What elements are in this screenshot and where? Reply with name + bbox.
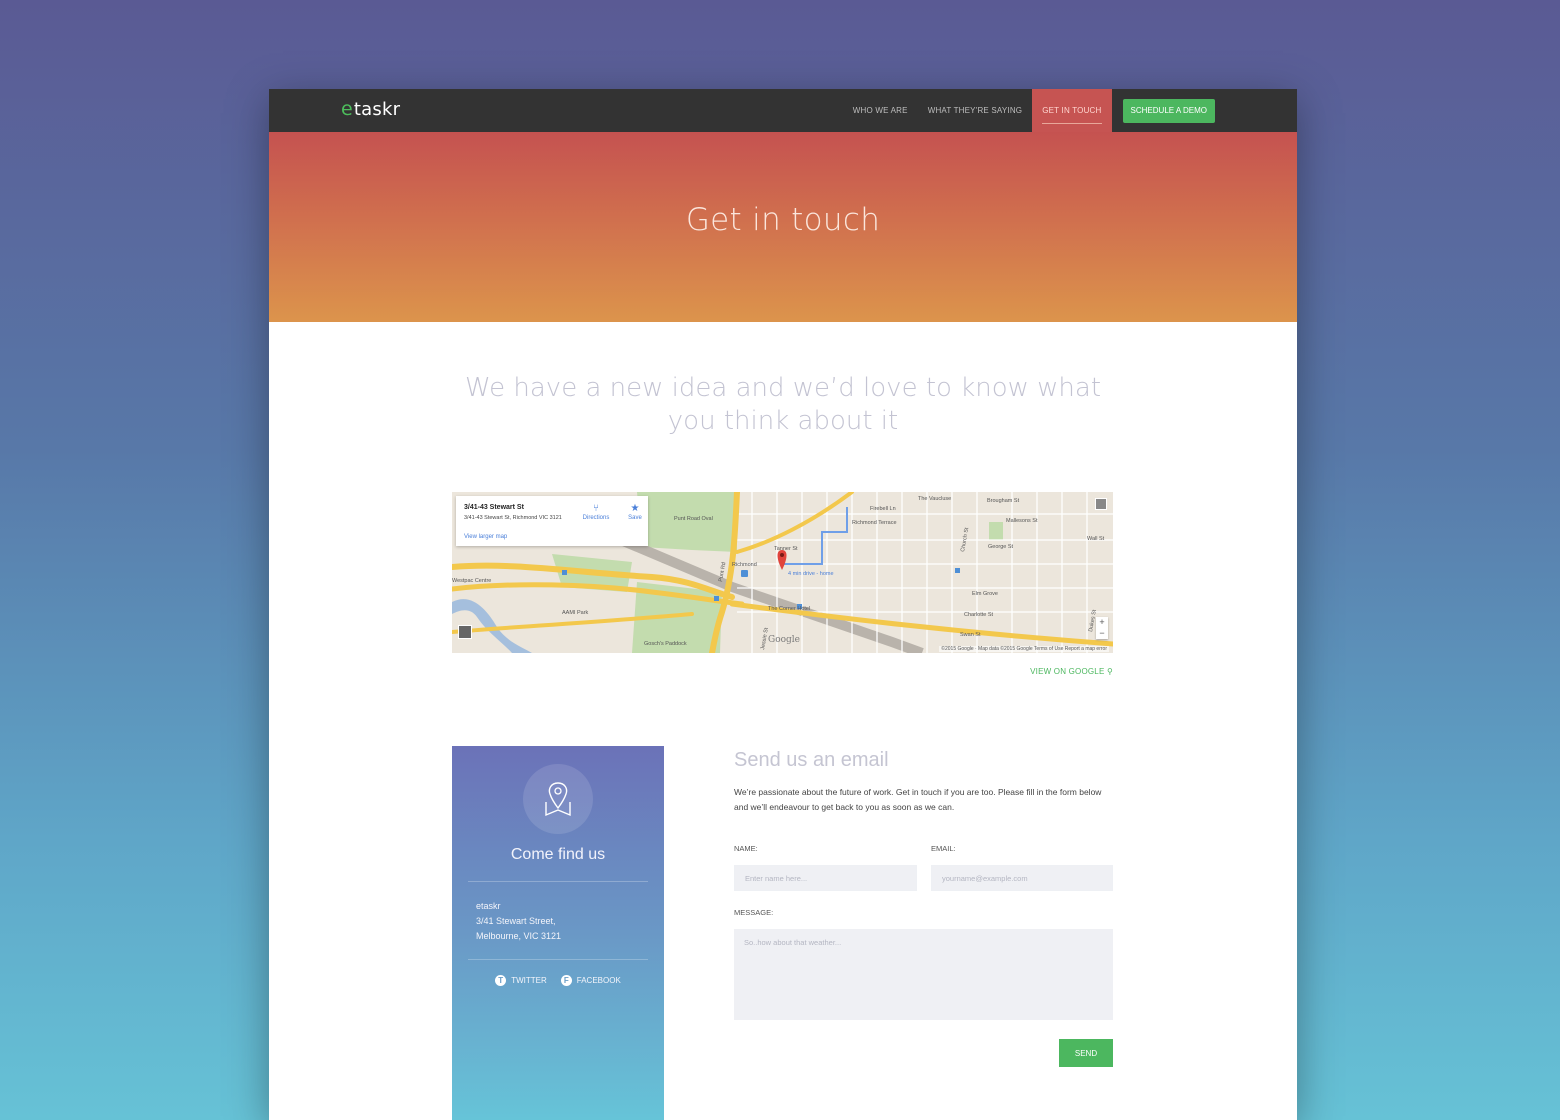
email-label: EMAIL: (931, 844, 956, 853)
page-title: Get in touch (685, 202, 881, 238)
map-label: Gosch's Paddock (644, 641, 687, 647)
map-label: 4 min drive - home (788, 571, 834, 577)
map-label: Richmond Terrace (852, 520, 897, 526)
map-label: Charlotte St (964, 612, 994, 618)
map-label: AAMI Park (562, 610, 589, 616)
logo-e: e (341, 98, 353, 120)
map-label: Swan St (960, 632, 981, 638)
name-placeholder: Enter name here... (745, 873, 808, 883)
map-label: Tanner St (774, 546, 798, 552)
map-card-address: 3/41-43 Stewart St, Richmond VIC 3121 (464, 515, 562, 521)
map-label: Richmond (732, 562, 757, 568)
map-label: The Vaucluse (918, 496, 951, 502)
come-find-us-title: Come find us (510, 846, 606, 863)
tagline: We have a new idea and we’d love to know… (464, 373, 1102, 436)
park-area (989, 522, 1003, 540)
map-label: Elm Grove (972, 591, 998, 597)
view-on-google-label: VIEW ON GOOGLE (1030, 667, 1105, 676)
name-label: NAME: (734, 844, 758, 853)
browser-window: e taskr WHO WE ARE WHAT THEY'RE SAYING G… (269, 89, 1297, 1120)
map-label: The Corner Hotel (768, 606, 810, 612)
map-label: Wall St (1087, 536, 1105, 542)
message-textarea[interactable]: So..how about that weather... (734, 929, 1113, 1020)
nav-get-in-touch[interactable]: GET IN TOUCH (1032, 89, 1112, 132)
nav-links: WHO WE ARE WHAT THEY'RE SAYING GET IN TO… (843, 89, 1215, 132)
send-button[interactable]: SEND (1059, 1039, 1113, 1067)
nav-who-we-are[interactable]: WHO WE ARE (843, 89, 918, 132)
view-on-google-link[interactable]: VIEW ON GOOGLE ⚲ (1029, 667, 1113, 676)
zoom-out-button[interactable]: − (1096, 628, 1108, 639)
schedule-demo-button[interactable]: SCHEDULE A DEMO (1122, 98, 1215, 123)
directions-label: Directions (582, 515, 610, 521)
save-button[interactable]: ★ Save (626, 502, 644, 521)
zoom-in-button[interactable]: + (1096, 617, 1108, 628)
star-icon: ★ (630, 503, 640, 514)
address-city: Melbourne, VIC 3121 (476, 931, 562, 941)
twitter-link[interactable]: t TWITTER (495, 975, 547, 986)
divider (468, 881, 648, 882)
map-label: George St (988, 544, 1014, 550)
save-label: Save (628, 515, 642, 521)
nav-what-theyre-saying[interactable]: WHAT THEY'RE SAYING (918, 89, 1033, 132)
map-info-card: 3/41-43 Stewart St 3/41-43 Stewart St, R… (456, 496, 648, 546)
google-logo: Google (768, 635, 800, 645)
street-view-icon[interactable] (458, 625, 472, 639)
facebook-label: FACEBOOK (576, 976, 621, 985)
map-label: Punt Road Oval (674, 516, 713, 522)
email-placeholder: yourname@example.com (942, 873, 1028, 883)
zoom-control[interactable]: + − (1096, 617, 1108, 639)
address-block: etaskr 3/41 Stewart Street, Melbourne, V… (476, 899, 561, 944)
hero-banner: Get in touch (269, 132, 1297, 322)
map-label: Westpac Centre (452, 578, 491, 584)
logo-text: taskr (353, 98, 401, 120)
view-larger-map-link[interactable]: View larger map (464, 534, 507, 540)
address-company: etaskr (476, 901, 501, 911)
social-links: t TWITTER f FACEBOOK (452, 975, 664, 986)
top-navbar: e taskr WHO WE ARE WHAT THEY'RE SAYING G… (269, 89, 1297, 132)
etaskr-logo[interactable]: e taskr (341, 98, 400, 120)
divider (468, 959, 648, 960)
location-pin-icon: ⚲ (1106, 667, 1113, 676)
map-label: Mallesons St (1006, 518, 1038, 524)
email-input[interactable]: yourname@example.com (931, 865, 1113, 891)
email-form-title: Send us an email (734, 749, 889, 771)
map-pin-icon (523, 764, 593, 834)
message-label: MESSAGE: (734, 908, 774, 917)
facebook-link[interactable]: f FACEBOOK (560, 975, 621, 986)
map-label: Firebell Ln (870, 506, 896, 512)
directions-icon: ⑂ (593, 503, 599, 514)
twitter-label: TWITTER (511, 976, 547, 985)
map-card-title: 3/41-43 Stewart St (464, 504, 524, 511)
park-area (637, 492, 737, 552)
message-placeholder: So..how about that weather... (744, 938, 842, 947)
map-attribution: ©2015 Google · Map data ©2015 Google Ter… (939, 646, 1109, 652)
address-street: 3/41 Stewart Street, (476, 916, 556, 926)
map-label: Brougham St (987, 498, 1020, 504)
name-input[interactable]: Enter name here... (734, 865, 917, 891)
twitter-icon: t (495, 975, 507, 986)
fullscreen-toggle-icon[interactable] (1095, 498, 1107, 510)
directions-button[interactable]: ⑂ Directions (580, 502, 612, 521)
email-form-description: We’re passionate about the future of wor… (734, 787, 1102, 812)
come-find-us-panel: Come find us etaskr 3/41 Stewart Street,… (452, 746, 664, 1120)
facebook-icon: f (560, 975, 572, 986)
embedded-map[interactable]: Punt Road Oval Richmond Terrace Richmond… (452, 492, 1113, 653)
